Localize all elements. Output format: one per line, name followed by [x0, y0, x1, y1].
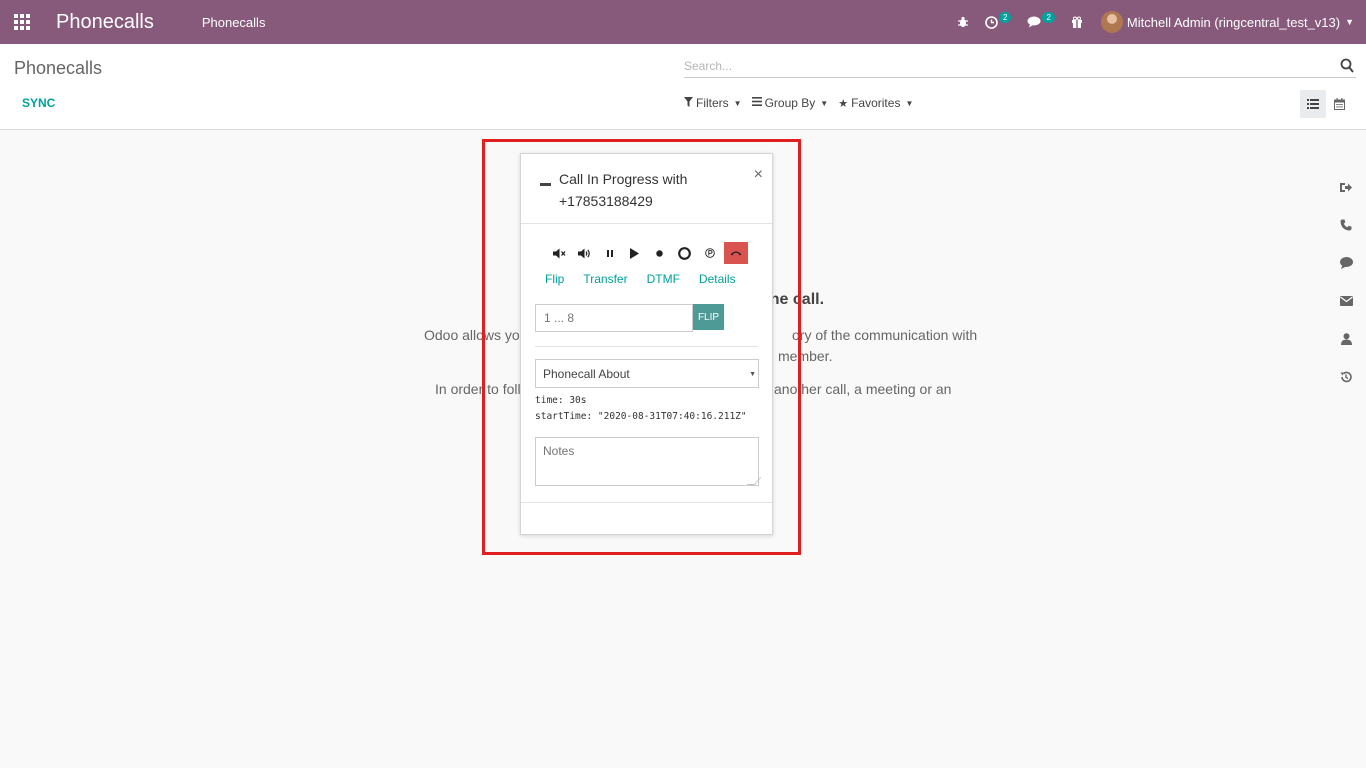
- activity-clock-icon[interactable]: 2: [985, 11, 1012, 29]
- chevron-down-icon: ▼: [905, 98, 914, 108]
- apps-menu-icon[interactable]: [0, 0, 44, 44]
- search-bar: [684, 56, 1356, 78]
- user-menu[interactable]: Mitchell Admin (ringcentral_test_v13): [1127, 15, 1340, 30]
- record-dot-icon[interactable]: [647, 242, 672, 264]
- volume-up-icon[interactable]: [572, 242, 597, 264]
- history-icon[interactable]: [1336, 358, 1356, 396]
- pause-icon[interactable]: [597, 242, 622, 264]
- sign-out-icon[interactable]: [1336, 168, 1356, 206]
- dtmf-link[interactable]: DTMF: [647, 272, 680, 286]
- filters-dropdown[interactable]: Filters ▼: [684, 96, 742, 110]
- list-view-icon[interactable]: [1300, 90, 1326, 118]
- filters-label: Filters: [696, 96, 729, 110]
- view-switcher: [1300, 90, 1352, 118]
- chevron-down-icon: ▼: [733, 98, 742, 108]
- groupby-dropdown[interactable]: Group By ▼: [751, 96, 829, 110]
- dialog-footer-divider: [521, 502, 772, 503]
- app-name[interactable]: Phonecalls: [56, 11, 154, 34]
- user-avatar[interactable]: [1100, 11, 1123, 33]
- call-start-time: startTime: "2020-08-31T07:40:16.211Z": [535, 411, 747, 422]
- help-text: ory of the communication with: [792, 327, 978, 343]
- notes-textarea[interactable]: [535, 437, 759, 486]
- envelope-icon[interactable]: [1336, 282, 1356, 320]
- call-time: time: 30s: [535, 395, 587, 406]
- stop-record-icon[interactable]: [672, 242, 697, 264]
- phone-icon[interactable]: [1336, 206, 1356, 244]
- gift-icon[interactable]: [1071, 16, 1083, 28]
- select-value: Phonecall About: [543, 366, 630, 381]
- groupby-label: Group By: [764, 96, 816, 110]
- mute-icon[interactable]: [547, 242, 572, 264]
- minimize-icon[interactable]: [540, 183, 551, 186]
- sync-button[interactable]: SYNC: [22, 96, 55, 110]
- flip-button[interactable]: FLIP: [693, 304, 724, 330]
- call-action-links: Flip Transfer DTMF Details: [545, 272, 755, 286]
- activity-badge: 2: [999, 11, 1012, 23]
- phonecall-about-select[interactable]: Phonecall About ▼: [535, 359, 759, 388]
- chevron-down-icon: ▼: [820, 98, 829, 108]
- call-status: Call In Progress with: [559, 171, 688, 187]
- play-icon[interactable]: [622, 242, 647, 264]
- chat-bubble-icon[interactable]: [1336, 244, 1356, 282]
- transfer-link[interactable]: Transfer: [583, 272, 627, 286]
- close-icon[interactable]: ×: [754, 166, 763, 184]
- favorites-label: Favorites: [851, 96, 901, 110]
- messages-chat-icon[interactable]: 2: [1027, 11, 1055, 28]
- breadcrumb: Phonecalls: [14, 58, 103, 78]
- filter-funnel-icon: [684, 96, 693, 110]
- right-sidebar: [1336, 168, 1356, 396]
- search-icon[interactable]: [1340, 58, 1354, 74]
- search-input[interactable]: [684, 56, 1324, 76]
- favorites-dropdown[interactable]: ★ Favorites ▼: [838, 96, 913, 110]
- calendar-view-icon[interactable]: [1326, 90, 1352, 118]
- phone-number: +17853188429: [559, 193, 653, 209]
- control-panel: Phonecalls SYNC Filters ▼ Group By ▼ ★ F…: [0, 44, 1366, 130]
- messages-badge: 2: [1042, 11, 1055, 23]
- dialog-title: Call In Progress with +17853188429: [559, 168, 739, 212]
- hang-up-icon[interactable]: [724, 242, 748, 264]
- chevron-down-icon: ▼: [749, 371, 756, 378]
- debug-bug-icon[interactable]: [957, 16, 969, 28]
- park-icon[interactable]: [697, 242, 722, 264]
- details-link[interactable]: Details: [699, 272, 736, 286]
- call-in-progress-dialog: Call In Progress with +17853188429 × Fli…: [520, 153, 773, 535]
- user-icon[interactable]: [1336, 320, 1356, 358]
- groupby-bars-icon: [751, 97, 762, 109]
- menu-item-phonecalls[interactable]: Phonecalls: [202, 15, 266, 30]
- user-caret-icon[interactable]: ▼: [1345, 17, 1354, 27]
- flip-number-input[interactable]: [535, 304, 693, 332]
- divider: [535, 346, 758, 347]
- call-controls: [547, 242, 748, 264]
- flip-link[interactable]: Flip: [545, 272, 564, 286]
- dialog-header: Call In Progress with +17853188429 ×: [521, 154, 772, 224]
- search-options: Filters ▼ Group By ▼ ★ Favorites ▼: [684, 96, 923, 110]
- star-icon: ★: [838, 97, 849, 110]
- top-navbar: Phonecalls Phonecalls 2 2 Mitchell Admin…: [0, 0, 1366, 44]
